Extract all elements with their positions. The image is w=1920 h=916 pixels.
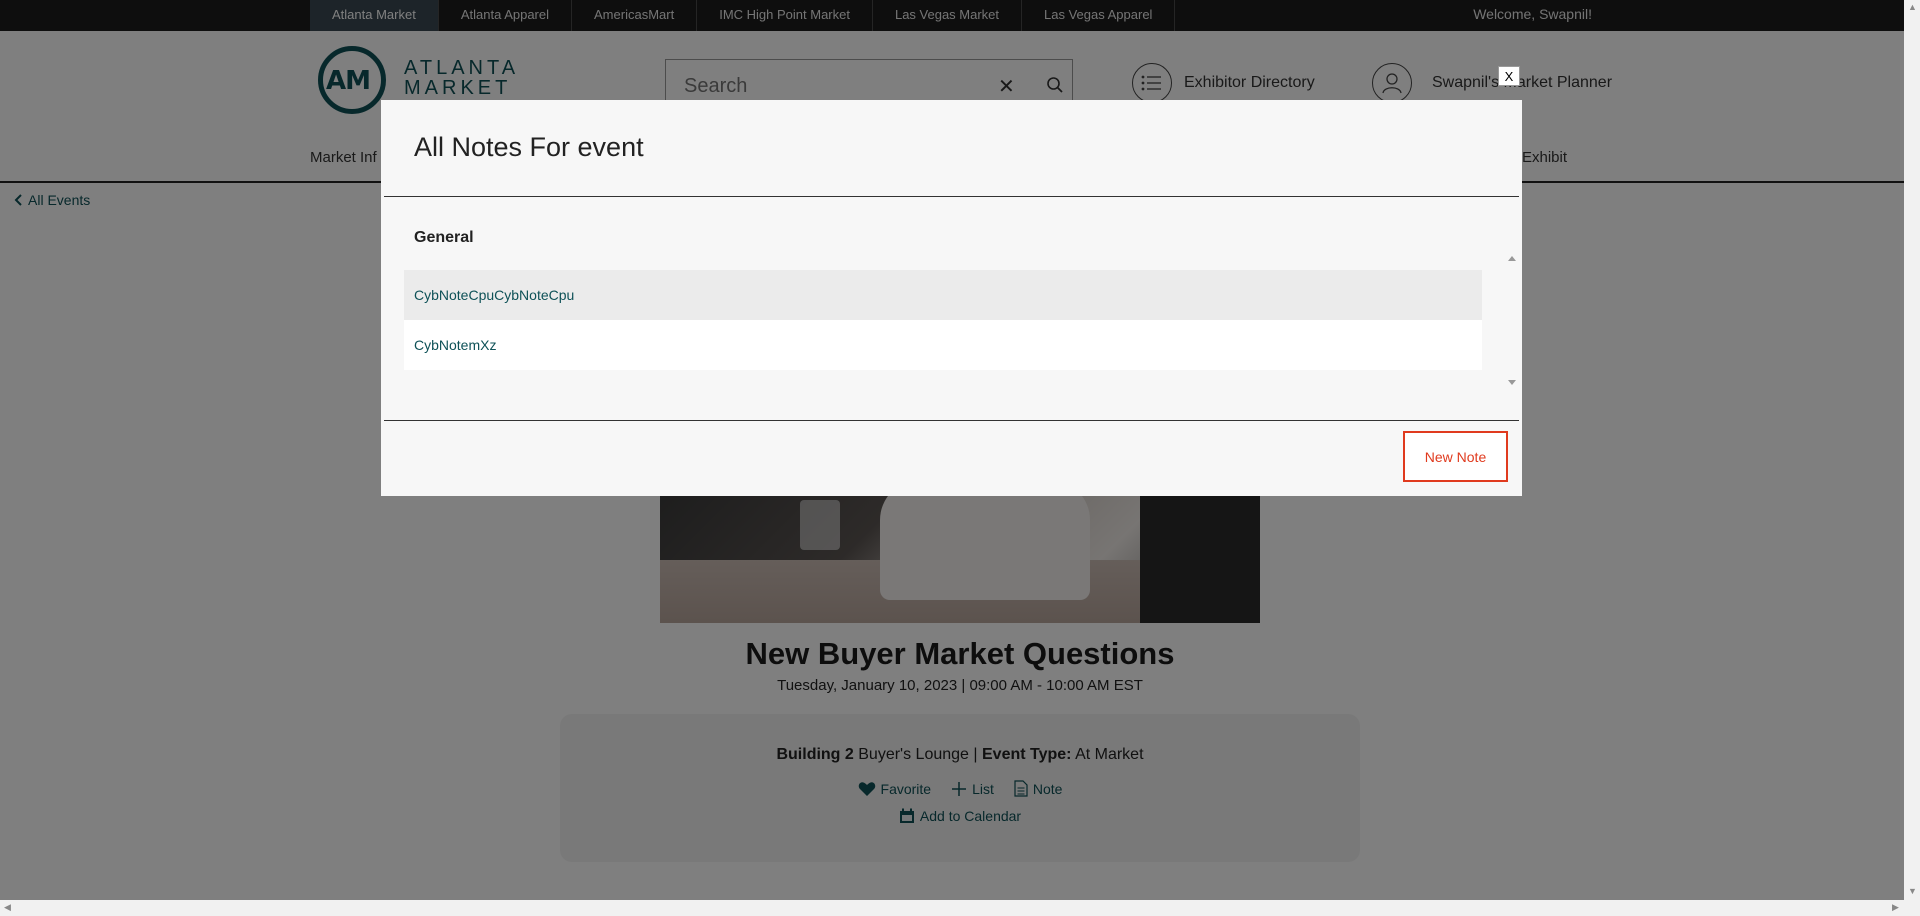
modal-divider-bottom [384,420,1519,421]
note-item[interactable]: CybNoteCpuCybNoteCpu [404,270,1482,320]
scroll-right-arrow-icon[interactable]: ▶ [1892,902,1899,913]
notes-scrollbar[interactable] [1505,253,1519,388]
modal-title: All Notes For event [414,132,644,162]
scroll-down-arrow-icon[interactable]: ▼ [1908,886,1917,896]
notes-group-label: General [414,229,474,246]
scroll-up-arrow-icon[interactable]: ▲ [1908,2,1917,12]
scroll-left-arrow-icon[interactable]: ◀ [4,902,11,913]
notes-modal: All Notes For event General CybNoteCpuCy… [381,100,1522,496]
new-note-button[interactable]: New Note [1403,431,1508,482]
scroll-down-icon [1508,380,1516,385]
scroll-up-icon [1508,256,1516,261]
horizontal-scrollbar[interactable]: ◀ ▶ [0,900,1920,916]
vertical-scrollbar[interactable]: ▲ ▼ [1904,0,1920,900]
modal-close-button[interactable]: X [1498,66,1520,86]
modal-divider-top [384,196,1519,197]
note-item[interactable]: CybNotemXz [404,320,1482,370]
notes-list: CybNoteCpuCybNoteCpu CybNotemXz [404,270,1482,370]
